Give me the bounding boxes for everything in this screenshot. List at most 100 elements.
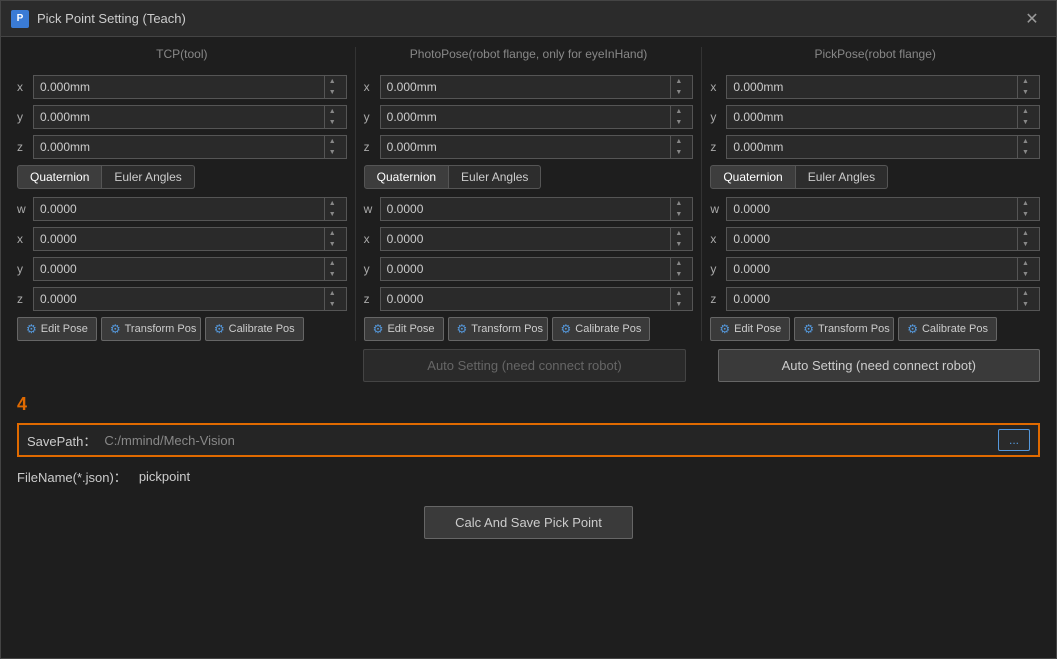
tcp-transform-button[interactable]: ⚙ Transform Pos [101, 317, 201, 341]
close-button[interactable]: ✕ [1018, 5, 1046, 33]
gear-icon: ⚙ [214, 322, 225, 336]
tcp-y-spinbox[interactable]: 0.000mm ▲ ▼ [33, 105, 347, 129]
photo-edit-pose-button[interactable]: ⚙ Edit Pose [364, 317, 444, 341]
photo-header: PhotoPose(robot flange, only for eyeInHa… [364, 47, 694, 65]
photo-x-spinbox[interactable]: 0.000mm ▲ ▼ [380, 75, 694, 99]
pick-y-down[interactable]: ▼ [1018, 117, 1033, 128]
pick-z-spinbox[interactable]: 0.000mm ▲ ▼ [726, 135, 1040, 159]
photo-qy-up[interactable]: ▲ [671, 258, 686, 269]
photo-qz-spinbox[interactable]: 0.0000 ▲ ▼ [380, 287, 694, 311]
tcp-z-down[interactable]: ▼ [325, 147, 340, 158]
browse-button[interactable]: ... [998, 429, 1030, 451]
tcp-tab-euler[interactable]: Euler Angles [102, 165, 194, 189]
tcp-tab-quaternion[interactable]: Quaternion [17, 165, 102, 189]
photo-y-down[interactable]: ▼ [671, 117, 686, 128]
photo-x-down[interactable]: ▼ [671, 87, 686, 98]
photo-z-down[interactable]: ▼ [671, 147, 686, 158]
pick-y-up[interactable]: ▲ [1018, 106, 1033, 117]
pick-x-spinbox[interactable]: 0.000mm ▲ ▼ [726, 75, 1040, 99]
pick-qz-down[interactable]: ▼ [1018, 299, 1033, 310]
tcp-x-label: x [17, 80, 33, 94]
pick-w-down[interactable]: ▼ [1018, 209, 1033, 220]
pick-qy-down[interactable]: ▼ [1018, 269, 1033, 280]
tcp-x-row: x 0.000mm ▲ ▼ [17, 75, 347, 99]
tcp-edit-pose-button[interactable]: ⚙ Edit Pose [17, 317, 97, 341]
tcp-w-spinbox[interactable]: 0.0000 ▲ ▼ [33, 197, 347, 221]
tcp-z-spinbox[interactable]: 0.000mm ▲ ▼ [33, 135, 347, 159]
pick-qx-spinbox[interactable]: 0.0000 ▲ ▼ [726, 227, 1040, 251]
tcp-header: TCP(tool) [17, 47, 347, 65]
pick-x-down[interactable]: ▼ [1018, 87, 1033, 98]
photo-w-spinbox[interactable]: 0.0000 ▲ ▼ [380, 197, 694, 221]
pick-z-up[interactable]: ▲ [1018, 136, 1033, 147]
tcp-w-up[interactable]: ▲ [325, 198, 340, 209]
photo-z-spinbox[interactable]: 0.000mm ▲ ▼ [380, 135, 694, 159]
photo-tab-quaternion[interactable]: Quaternion [364, 165, 449, 189]
photo-qz-up[interactable]: ▲ [671, 288, 686, 299]
photo-qy-down[interactable]: ▼ [671, 269, 686, 280]
tcp-qy-spinbox[interactable]: 0.0000 ▲ ▼ [33, 257, 347, 281]
photo-qx-down[interactable]: ▼ [671, 239, 686, 250]
photo-tab-euler[interactable]: Euler Angles [449, 165, 541, 189]
photo-w-up[interactable]: ▲ [671, 198, 686, 209]
pick-qy-spinbox[interactable]: 0.0000 ▲ ▼ [726, 257, 1040, 281]
photo-qz-down[interactable]: ▼ [671, 299, 686, 310]
pick-qz-spinbox[interactable]: 0.0000 ▲ ▼ [726, 287, 1040, 311]
pick-w-spinbox[interactable]: 0.0000 ▲ ▼ [726, 197, 1040, 221]
tcp-qz-down[interactable]: ▼ [325, 299, 340, 310]
pick-tab-quaternion[interactable]: Quaternion [710, 165, 795, 189]
pick-qz-up[interactable]: ▲ [1018, 288, 1033, 299]
tcp-y-down[interactable]: ▼ [325, 117, 340, 128]
photo-qx-spinbox[interactable]: 0.0000 ▲ ▼ [380, 227, 694, 251]
photo-auto-btn-wrapper: Auto Setting (need connect robot) [355, 349, 693, 382]
tcp-x-down[interactable]: ▼ [325, 87, 340, 98]
pick-header: PickPose(robot flange) [710, 47, 1040, 65]
pick-calibrate-button[interactable]: ⚙ Calibrate Pos [898, 317, 997, 341]
photo-calibrate-button[interactable]: ⚙ Calibrate Pos [552, 317, 651, 341]
tcp-qy-up[interactable]: ▲ [325, 258, 340, 269]
photo-z-up[interactable]: ▲ [671, 136, 686, 147]
tcp-w-row: w 0.0000 ▲ ▼ [17, 197, 347, 221]
calc-save-button[interactable]: Calc And Save Pick Point [424, 506, 633, 539]
pick-qy-label: y [710, 262, 726, 276]
photo-y-spinbox[interactable]: 0.000mm ▲ ▼ [380, 105, 694, 129]
photo-qx-row: x 0.0000 ▲ ▼ [364, 227, 694, 251]
pick-w-row: w 0.0000 ▲ ▼ [710, 197, 1040, 221]
tcp-w-down[interactable]: ▼ [325, 209, 340, 220]
tcp-x-spinbox[interactable]: 0.000mm ▲ ▼ [33, 75, 347, 99]
tcp-x-up[interactable]: ▲ [325, 76, 340, 87]
save-path-value[interactable]: C:/mmind/Mech-Vision [104, 433, 990, 448]
pick-transform-button[interactable]: ⚙ Transform Pos [794, 317, 894, 341]
photo-x-label: x [364, 80, 380, 94]
tcp-qx-up[interactable]: ▲ [325, 228, 340, 239]
photo-qx-up[interactable]: ▲ [671, 228, 686, 239]
gear-icon: ⚙ [907, 322, 918, 336]
window-title: Pick Point Setting (Teach) [37, 11, 1018, 26]
tcp-qx-spinbox[interactable]: 0.0000 ▲ ▼ [33, 227, 347, 251]
pick-qx-down[interactable]: ▼ [1018, 239, 1033, 250]
pick-auto-setting-button[interactable]: Auto Setting (need connect robot) [718, 349, 1040, 382]
tcp-qx-down[interactable]: ▼ [325, 239, 340, 250]
tcp-z-up[interactable]: ▲ [325, 136, 340, 147]
pick-y-spinbox[interactable]: 0.000mm ▲ ▼ [726, 105, 1040, 129]
photo-x-up[interactable]: ▲ [671, 76, 686, 87]
pick-tab-euler[interactable]: Euler Angles [796, 165, 888, 189]
pick-qx-up[interactable]: ▲ [1018, 228, 1033, 239]
pick-edit-pose-button[interactable]: ⚙ Edit Pose [710, 317, 790, 341]
tcp-y-label: y [17, 110, 33, 124]
photo-w-down[interactable]: ▼ [671, 209, 686, 220]
tcp-qz-spinbox[interactable]: 0.0000 ▲ ▼ [33, 287, 347, 311]
photo-y-up[interactable]: ▲ [671, 106, 686, 117]
tcp-qy-down[interactable]: ▼ [325, 269, 340, 280]
photo-transform-button[interactable]: ⚙ Transform Pos [448, 317, 548, 341]
pick-qy-up[interactable]: ▲ [1018, 258, 1033, 269]
pick-x-up[interactable]: ▲ [1018, 76, 1033, 87]
tcp-y-up[interactable]: ▲ [325, 106, 340, 117]
tcp-calibrate-button[interactable]: ⚙ Calibrate Pos [205, 317, 304, 341]
pick-w-up[interactable]: ▲ [1018, 198, 1033, 209]
pick-qy-row: y 0.0000 ▲ ▼ [710, 257, 1040, 281]
pick-z-down[interactable]: ▼ [1018, 147, 1033, 158]
tcp-qz-up[interactable]: ▲ [325, 288, 340, 299]
gear-icon: ⚙ [561, 322, 572, 336]
photo-qy-spinbox[interactable]: 0.0000 ▲ ▼ [380, 257, 694, 281]
